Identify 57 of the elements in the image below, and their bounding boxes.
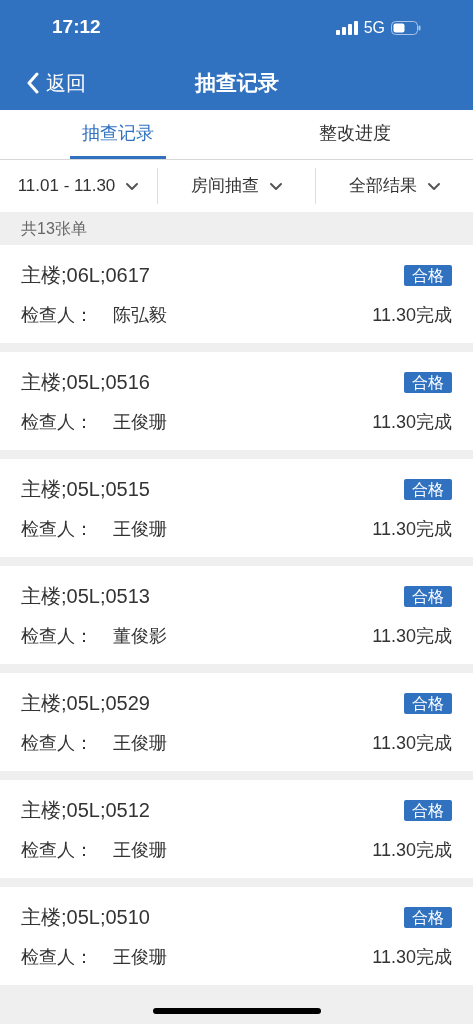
record-card[interactable]: 主楼;05L;0529 合格 检查人： 王俊珊 11.30完成 [0,673,473,771]
completion-status: 11.30完成 [372,732,452,755]
inspector-label: 检查人： [21,625,93,648]
page-title: 抽查记录 [194,69,279,96]
inspector-label: 检查人： [21,946,93,969]
result-tag: 合格 [404,371,452,393]
completion-status: 11.30完成 [372,625,452,648]
inspector-name: 王俊珊 [113,411,167,434]
result-tag: 合格 [404,478,452,500]
filter-dropdown[interactable]: 全部结果 [348,173,441,199]
record-card[interactable]: 主楼;05L;0516 合格 检查人： 王俊珊 11.30完成 [0,352,473,450]
room-label: 主楼;05L;0529 [21,691,150,715]
back-button[interactable]: 返回 [0,67,86,98]
inspector-label: 检查人： [21,411,93,434]
completion-status: 11.30完成 [372,411,452,434]
result-tag: 合格 [404,692,452,714]
chevron-down-icon [426,181,441,191]
inspector-name: 陈弘毅 [113,304,167,327]
result-tag: 合格 [404,264,452,286]
result-tag: 合格 [404,906,452,928]
room-label: 主楼;05L;0513 [21,584,150,608]
inspector-name: 王俊珊 [113,732,167,755]
room-label: 主楼;06L;0617 [21,263,150,287]
filter-dropdown[interactable]: 11.01 - 11.30 [17,173,140,199]
inspector-label: 检查人： [21,732,93,755]
record-card[interactable]: 主楼;05L;0515 合格 检查人： 王俊珊 11.30完成 [0,459,473,557]
network-label: 5G [363,17,385,38]
inspector-label: 检查人： [21,839,93,862]
completion-status: 11.30完成 [372,304,452,327]
inspector-label: 检查人： [21,518,93,541]
chevron-down-icon [125,181,140,191]
room-label: 主楼;05L;0516 [21,370,150,394]
record-card[interactable]: 主楼;05L;0510 合格 检查人： 王俊珊 11.30完成 [0,887,473,985]
room-label: 主楼;05L;0515 [21,477,150,501]
record-card[interactable]: 主楼;05L;0513 合格 检查人： 董俊影 11.30完成 [0,566,473,664]
record-card[interactable]: 主楼;06L;0617 合格 检查人： 陈弘毅 11.30完成 [0,245,473,343]
completion-status: 11.30完成 [372,839,452,862]
chevron-down-icon [268,181,283,191]
chevron-left-icon [26,71,40,94]
completion-status: 11.30完成 [372,518,452,541]
inspector-label: 检查人： [21,304,93,327]
inspector-name: 王俊珊 [113,518,167,541]
signal-icon [335,20,358,35]
completion-status: 11.30完成 [372,946,452,969]
status-time: 17:12 [52,15,101,40]
inspector-name: 王俊珊 [113,839,167,862]
room-label: 主楼;05L;0512 [21,798,150,822]
battery-icon [391,20,421,35]
filter-dropdown[interactable]: 房间抽查 [190,173,283,199]
inspector-name: 董俊影 [113,625,167,648]
record-count: 共13张单 [21,218,87,239]
tab[interactable]: 整改进度 [306,110,403,159]
result-tag: 合格 [404,585,452,607]
result-tag: 合格 [404,799,452,821]
inspector-name: 王俊珊 [113,946,167,969]
room-label: 主楼;05L;0510 [21,905,150,929]
record-card[interactable]: 主楼;05L;0512 合格 检查人： 王俊珊 11.30完成 [0,780,473,878]
